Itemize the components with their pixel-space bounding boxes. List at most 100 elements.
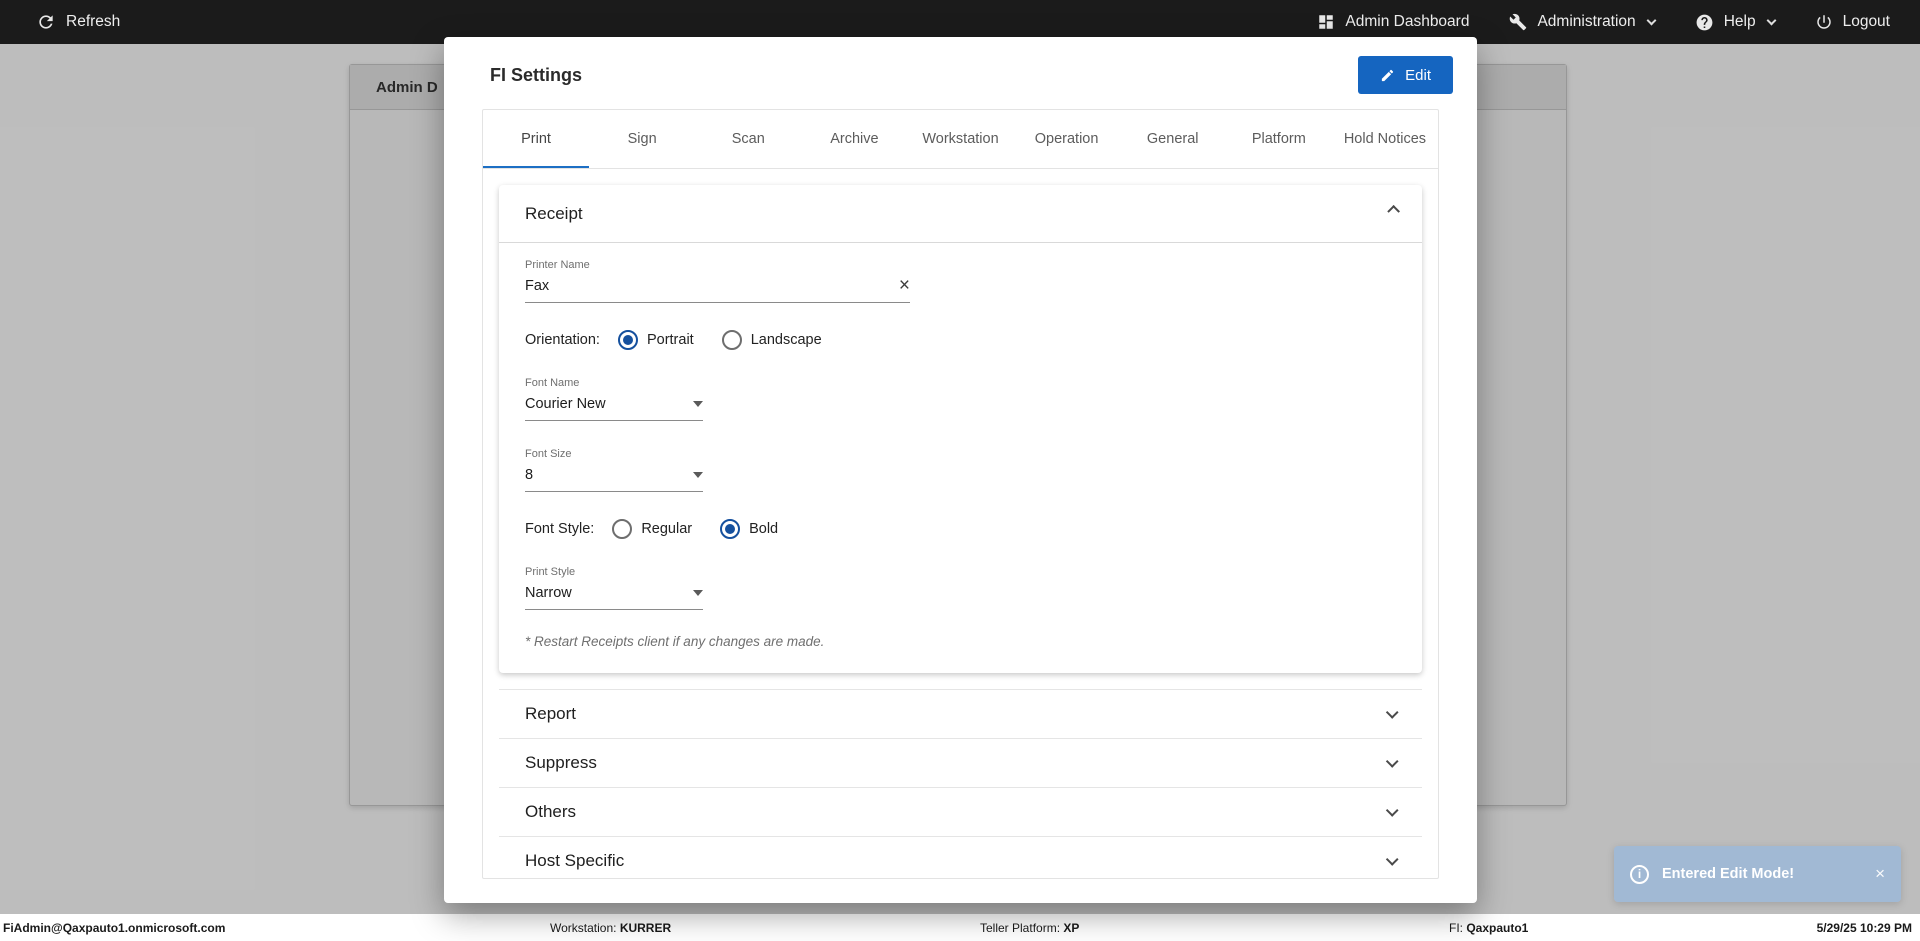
print-style-label: Print Style bbox=[525, 566, 576, 578]
workstation-label: Workstation: bbox=[550, 920, 617, 935]
help-icon bbox=[1696, 14, 1713, 30]
landscape-option-label: Landscape bbox=[750, 332, 822, 348]
admin-dashboard-label: Admin Dashboard bbox=[1345, 13, 1470, 30]
report-section-title: Report bbox=[525, 704, 577, 723]
report-section-header[interactable]: Report bbox=[499, 690, 1422, 739]
tab-operation[interactable]: Operation bbox=[1014, 110, 1120, 168]
radio-selected-icon bbox=[720, 519, 741, 539]
suppress-section-header[interactable]: Suppress bbox=[499, 739, 1422, 788]
radio-option-bold[interactable]: Bold bbox=[720, 519, 778, 539]
font-style-group: Font Style: Regular Bold bbox=[525, 519, 1396, 539]
font-name-value: Courier New bbox=[525, 396, 606, 412]
chevron-up-icon bbox=[1387, 205, 1400, 218]
print-style-select[interactable]: Print Style Narrow bbox=[525, 566, 703, 610]
radio-option-portrait[interactable]: Portrait bbox=[617, 330, 694, 350]
clear-icon[interactable]: × bbox=[899, 276, 910, 295]
logout-button[interactable]: Logout bbox=[1815, 13, 1890, 31]
administration-label: Administration bbox=[1537, 13, 1636, 30]
toast-close-icon[interactable]: × bbox=[1875, 864, 1885, 884]
others-section-header[interactable]: Others bbox=[499, 788, 1422, 837]
help-menu[interactable]: Help bbox=[1695, 13, 1777, 32]
printer-name-field: Printer Name Fax × bbox=[525, 259, 910, 303]
print-style-value: Narrow bbox=[525, 585, 572, 601]
dialog-header: FI Settings Edit bbox=[444, 37, 1477, 109]
user-email: FiAdmin@Qaxpauto1.onmicrosoft.com bbox=[3, 920, 226, 935]
help-label: Help bbox=[1723, 13, 1756, 30]
tab-print[interactable]: Print bbox=[483, 110, 590, 168]
wrench-icon bbox=[1510, 13, 1527, 31]
teller-platform-info: Teller Platform: XP bbox=[980, 921, 1079, 935]
receipt-panel: Receipt Printer Name Fax × Orientation: bbox=[499, 185, 1422, 673]
host-specific-section-title: Host Specific bbox=[525, 851, 625, 870]
workstation-value: KURRER bbox=[619, 920, 672, 935]
printer-name-value: Fax bbox=[525, 278, 550, 294]
chevron-down-icon bbox=[1385, 852, 1399, 866]
edit-button[interactable]: Edit bbox=[1358, 56, 1453, 94]
radio-option-regular[interactable]: Regular bbox=[612, 519, 692, 539]
printer-name-label: Printer Name bbox=[525, 259, 590, 271]
settings-tab-bar: Print Sign Scan Archive Workstation Oper… bbox=[483, 110, 1438, 169]
fi-label: FI: bbox=[1449, 920, 1463, 935]
dialog-title: FI Settings bbox=[490, 64, 583, 85]
tab-workstation[interactable]: Workstation bbox=[907, 110, 1013, 168]
teller-platform-value: XP bbox=[1063, 920, 1080, 935]
toast-message: Entered Edit Mode! bbox=[1662, 866, 1795, 882]
bold-option-label: Bold bbox=[749, 521, 779, 537]
logout-label: Logout bbox=[1842, 13, 1890, 30]
dropdown-arrow-icon bbox=[693, 401, 703, 407]
font-name-label: Font Name bbox=[525, 377, 580, 389]
tab-general[interactable]: General bbox=[1120, 110, 1226, 168]
dropdown-arrow-icon bbox=[693, 590, 703, 596]
receipt-section-header[interactable]: Receipt bbox=[499, 185, 1422, 243]
tab-hold-notices[interactable]: Hold Notices bbox=[1332, 110, 1438, 168]
chevron-down-icon bbox=[1766, 15, 1777, 25]
regular-option-label: Regular bbox=[641, 521, 693, 537]
teller-platform-label: Teller Platform: bbox=[980, 920, 1061, 935]
chevron-down-icon bbox=[1385, 754, 1399, 768]
chevron-down-icon bbox=[1385, 705, 1399, 719]
font-name-select[interactable]: Font Name Courier New bbox=[525, 377, 703, 421]
radio-option-landscape[interactable]: Landscape bbox=[721, 330, 822, 350]
power-icon bbox=[1816, 15, 1831, 29]
tab-sign[interactable]: Sign bbox=[589, 110, 695, 168]
refresh-button[interactable]: Refresh bbox=[36, 12, 120, 32]
settings-content: Print Sign Scan Archive Workstation Oper… bbox=[482, 109, 1439, 879]
portrait-option-label: Portrait bbox=[646, 332, 694, 348]
info-icon: i bbox=[1630, 864, 1649, 884]
printer-name-input[interactable]: Fax × bbox=[525, 276, 910, 303]
fi-settings-dialog: FI Settings Edit Print Sign Scan Archive… bbox=[444, 37, 1477, 903]
font-style-label: Font Style: bbox=[525, 521, 595, 537]
radio-selected-icon bbox=[617, 330, 638, 350]
fi-value: Qaxpauto1 bbox=[1466, 920, 1529, 935]
refresh-label: Refresh bbox=[66, 13, 121, 30]
refresh-icon bbox=[39, 15, 53, 29]
host-specific-section-header[interactable]: Host Specific bbox=[499, 837, 1422, 878]
chevron-down-icon bbox=[1646, 15, 1657, 25]
tab-platform[interactable]: Platform bbox=[1226, 110, 1332, 168]
administration-menu[interactable]: Administration bbox=[1509, 13, 1657, 31]
tab-archive[interactable]: Archive bbox=[801, 110, 907, 168]
font-size-value: 8 bbox=[525, 467, 534, 483]
dropdown-arrow-icon bbox=[693, 472, 703, 478]
collapsed-sections: Report Suppress Others Host Specific bbox=[499, 689, 1422, 878]
radio-unselected-icon bbox=[612, 519, 633, 539]
orientation-group: Orientation: Portrait Landscape bbox=[525, 330, 1396, 350]
toast-notification: i Entered Edit Mode! × bbox=[1614, 846, 1901, 902]
restart-note: * Restart Receipts client if any changes… bbox=[525, 634, 825, 649]
workstation-info: Workstation: KURRER bbox=[550, 921, 671, 935]
status-bar: FiAdmin@Qaxpauto1.onmicrosoft.com Workst… bbox=[0, 914, 1920, 941]
tab-scan[interactable]: Scan bbox=[695, 110, 801, 168]
chevron-down-icon bbox=[1385, 803, 1399, 817]
settings-accordion: Receipt Printer Name Fax × Orientation: bbox=[483, 169, 1438, 878]
radio-unselected-icon bbox=[721, 330, 742, 350]
font-size-label: Font Size bbox=[525, 448, 572, 460]
orientation-label: Orientation: bbox=[525, 332, 600, 348]
fi-info: FI: Qaxpauto1 bbox=[1449, 921, 1528, 935]
suppress-section-title: Suppress bbox=[525, 753, 597, 772]
pencil-icon bbox=[1382, 69, 1394, 81]
font-size-select[interactable]: Font Size 8 bbox=[525, 448, 703, 492]
edit-button-label: Edit bbox=[1405, 66, 1431, 84]
receipt-section-body: Printer Name Fax × Orientation: Portrait bbox=[499, 243, 1422, 673]
admin-dashboard-nav[interactable]: Admin Dashboard bbox=[1317, 13, 1469, 31]
others-section-title: Others bbox=[525, 802, 577, 821]
